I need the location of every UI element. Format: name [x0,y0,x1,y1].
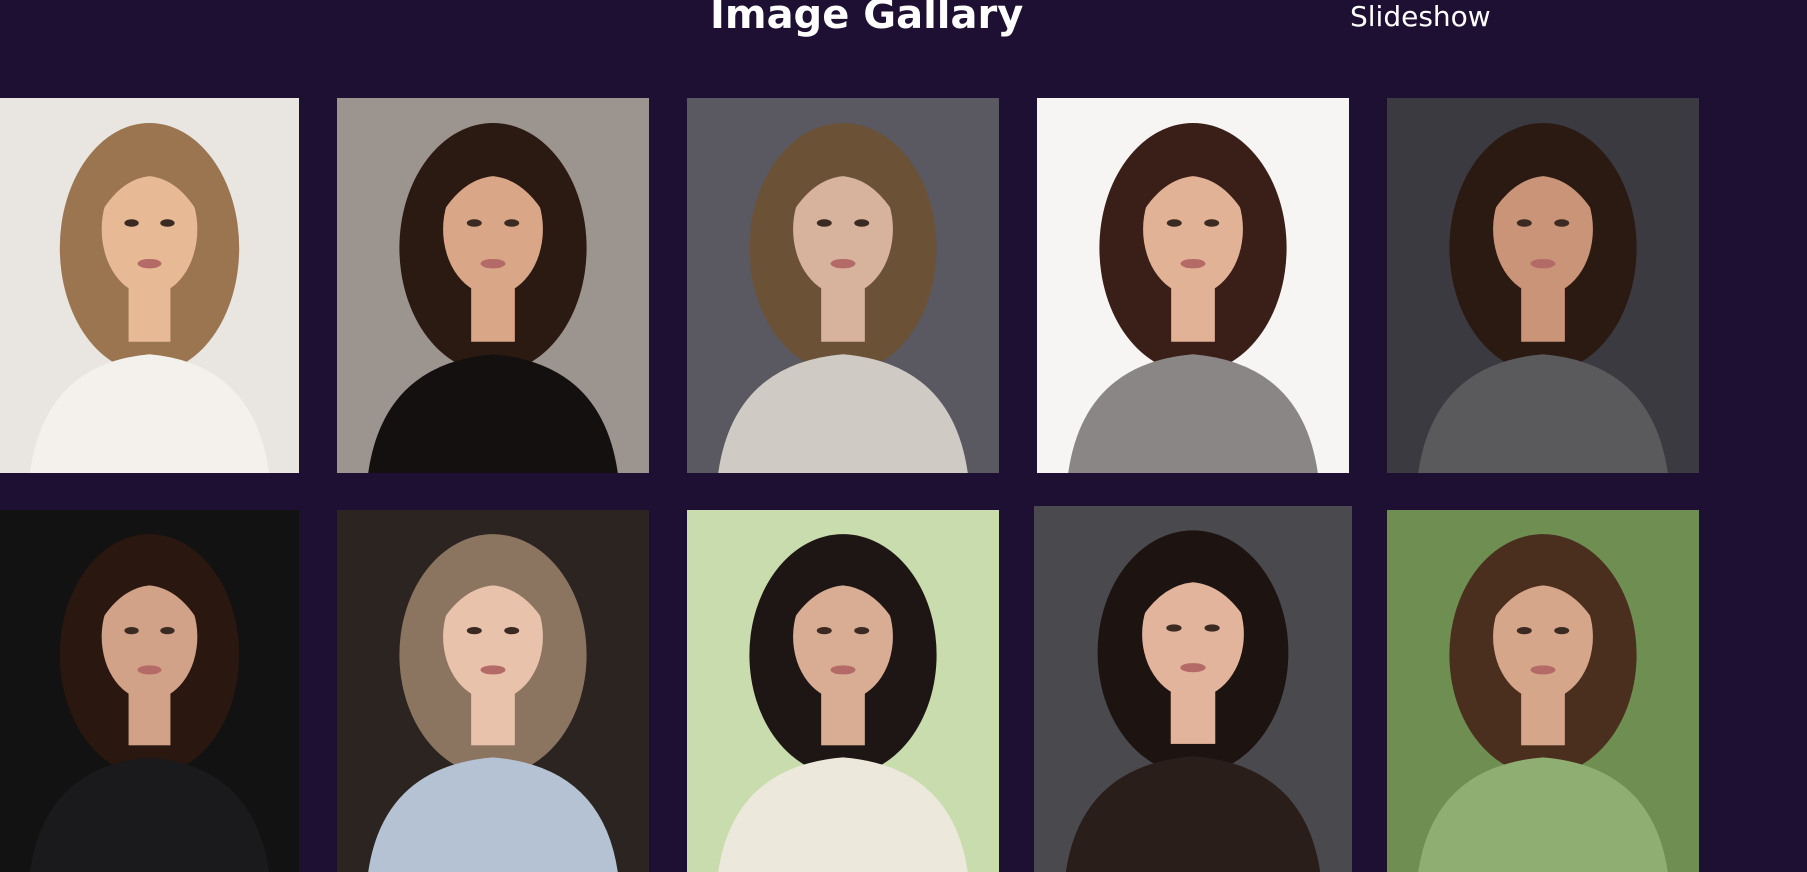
portrait-10-picture [1387,510,1699,872]
gallery-image-8[interactable] [687,510,999,872]
gallery-image-9[interactable] [1034,506,1352,872]
gallery-page: Image Gallary Slideshow [0,0,1807,872]
gallery-image-5[interactable] [1387,98,1699,473]
slideshow-link[interactable]: Slideshow [1350,0,1491,34]
gallery-image-3[interactable] [687,98,999,473]
portrait-3-picture [687,98,999,473]
portrait-6-picture [0,510,299,872]
page-title: Image Gallary [710,0,1024,38]
portrait-4-picture [1037,98,1349,473]
gallery-image-7[interactable] [337,510,649,872]
portrait-7-picture [337,510,649,872]
gallery-image-6[interactable] [0,510,299,872]
gallery-image-2[interactable] [337,98,649,473]
gallery-image-1[interactable] [0,98,299,473]
gallery-image-10[interactable] [1387,510,1699,872]
portrait-2-picture [337,98,649,473]
portrait-1-picture [0,98,299,473]
portrait-5-picture [1387,98,1699,473]
gallery-image-4[interactable] [1037,98,1349,473]
portrait-9-picture [1034,506,1352,872]
portrait-8-picture [687,510,999,872]
